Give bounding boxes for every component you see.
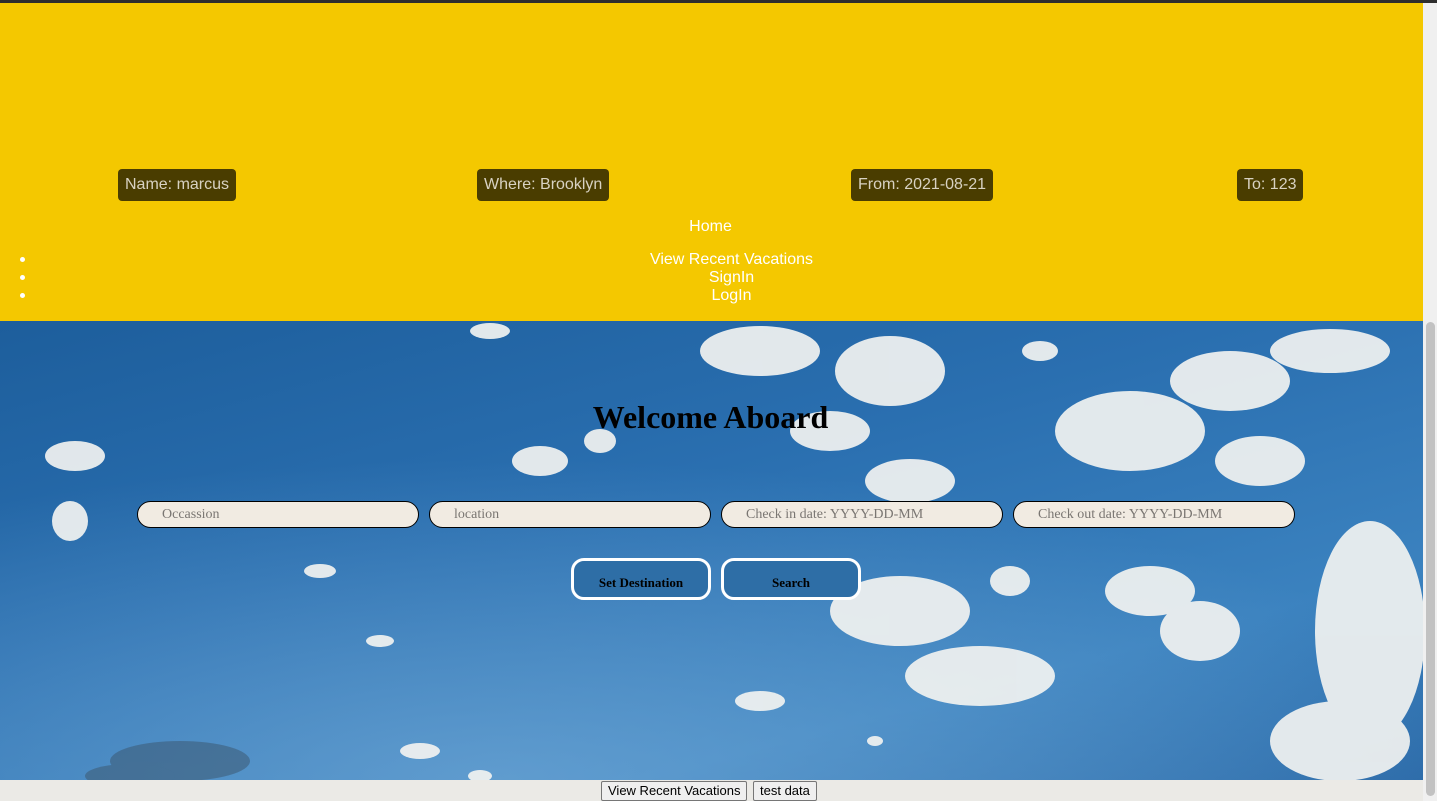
list-bullet [20,293,25,298]
site-header: Name: marcus Where: Brooklyn From: 2021-… [0,3,1423,321]
footer-bar: View Recent Vacations test data [0,780,1423,801]
nav-item-signin[interactable]: SignIn [0,269,1423,287]
sky-clouds-background [0,321,1423,780]
occasion-input[interactable] [137,501,419,528]
set-destination-button[interactable]: Set Destination [571,558,711,600]
nav-list: View Recent Vacations SignIn LogIn [0,251,1423,305]
nav-item-label: SignIn [708,269,755,286]
location-input[interactable] [429,501,711,528]
checkin-date-input[interactable] [721,501,1003,528]
test-data-button[interactable]: test data [753,781,817,801]
scrollbar-thumb[interactable] [1426,322,1435,796]
checkout-date-input[interactable] [1013,501,1295,528]
nav-item-login[interactable]: LogIn [0,287,1423,305]
list-bullet [20,275,25,280]
hero-section: Welcome Aboard Set Destination Search [0,321,1423,780]
where-badge: Where: Brooklyn [477,169,610,201]
search-button[interactable]: Search [721,558,861,600]
nav-item-label: LogIn [711,287,752,304]
home-link[interactable]: Home [0,217,1421,237]
to-badge: To: 123 [1237,169,1304,201]
welcome-heading: Welcome Aboard [592,399,829,435]
name-badge: Name: marcus [118,169,237,201]
nav-item-view-recent-vacations[interactable]: View Recent Vacations [0,251,1423,269]
list-bullet [20,257,25,262]
from-badge: From: 2021-08-21 [851,169,994,201]
view-recent-vacations-button[interactable]: View Recent Vacations [601,781,748,801]
nav-item-label: View Recent Vacations [649,251,814,268]
